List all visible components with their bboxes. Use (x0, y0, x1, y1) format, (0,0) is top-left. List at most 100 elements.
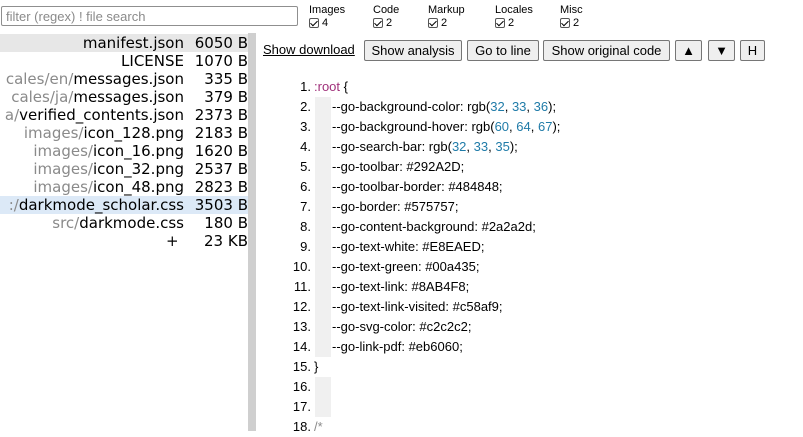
line-number: 18. (292, 419, 311, 434)
category-markup[interactable]: Markup 2 (428, 4, 465, 32)
show-original-code-button[interactable]: Show original code (543, 40, 670, 61)
file-size: 180 B (204, 214, 248, 232)
file-row[interactable]: LICENSE 1070 B (0, 52, 248, 70)
code-line: 18./* (256, 417, 803, 437)
file-dir: cales/en/ (5, 70, 74, 88)
indent-guide (315, 397, 331, 417)
code-token: --go-text-white: #E8EAED; (332, 239, 485, 254)
category-label: Markup (428, 4, 465, 16)
code-token: --go-svg-color: #c2c2c2; (332, 319, 472, 334)
indent-guide (315, 297, 331, 317)
category-locales[interactable]: Locales 2 (495, 4, 533, 32)
file-dir: images/ (33, 178, 93, 196)
code-line: 15.} (256, 357, 803, 377)
number-token: 67 (537, 119, 553, 134)
line-number: 11. (293, 279, 311, 294)
pane-divider[interactable] (248, 33, 256, 431)
file-row[interactable]: images/icon_32.png 2537 B (0, 160, 248, 178)
line-text: --go-search-bar: rgb(32, 33, 35); (332, 137, 518, 157)
css-selector-token: :root (314, 79, 341, 94)
indent-guide (315, 377, 331, 397)
category-images[interactable]: Images 4 (309, 4, 345, 32)
line-text: /* (314, 417, 323, 437)
checkbox-icon[interactable] (495, 18, 505, 28)
code-lines: 1.:root {2. --go-background-color: rgb(32… (256, 77, 803, 434)
show-analysis-button[interactable]: Show analysis (364, 40, 462, 61)
viewer-toolbar: Show download Show analysis Go to line S… (256, 33, 803, 67)
show-download-link[interactable]: Show download (263, 42, 355, 57)
line-number: 6. (300, 179, 311, 194)
number-token: 64 (516, 119, 531, 134)
line-text: --go-text-green: #00a435; (332, 257, 479, 277)
line-number: 17. (292, 399, 311, 414)
indent-guide (315, 137, 331, 157)
file-row[interactable]: images/icon_128.png 2183 B (0, 124, 248, 142)
file-name: messages.json (73, 70, 184, 88)
line-text: --go-text-white: #E8EAED; (332, 237, 484, 257)
code-line: 6. --go-toolbar-border: #484848; (256, 177, 803, 197)
checkbox-icon[interactable] (428, 18, 438, 28)
indent-guide (315, 177, 331, 197)
number-token: 33 (511, 99, 527, 114)
code-line: 8. --go-content-background: #2a2a2d; (256, 217, 803, 237)
file-size: 1070 B (194, 52, 248, 70)
total-size: 23 KB (204, 232, 248, 250)
highlight-h-button[interactable]: H (740, 40, 765, 61)
code-token: --go-border: #575757; (332, 199, 459, 214)
code-line: 16. (256, 377, 803, 397)
line-text: --go-svg-color: #c2c2c2; (332, 317, 471, 337)
indent-guide (315, 257, 331, 277)
line-number: 14. (292, 339, 311, 354)
file-row[interactable]: images/icon_48.png 2823 B (0, 178, 248, 196)
line-number: 5. (300, 159, 311, 174)
checkbox-icon[interactable] (560, 18, 570, 28)
next-down-button[interactable]: ▼ (708, 40, 735, 61)
line-number: 2. (300, 99, 311, 114)
top-bar: Images 4 Code 2 Markup 2 Locales 2 Misc … (0, 0, 803, 33)
category-count: 2 (386, 17, 393, 29)
category-label: Locales (495, 4, 533, 16)
line-text: --go-border: #575757; (332, 197, 458, 217)
file-size: 2537 B (194, 160, 248, 178)
file-row[interactable]: cales/ja/messages.json 379 B (0, 88, 248, 106)
code-line: 13. --go-svg-color: #c2c2c2; (256, 317, 803, 337)
line-text: --go-background-hover: rgb(60, 64, 67); (332, 117, 560, 137)
file-size: 2373 B (194, 106, 248, 124)
total-row: + 23 KB (0, 232, 248, 250)
code-line: 14. --go-link-pdf: #eb6060; (256, 337, 803, 357)
previous-up-button[interactable]: ▲ (675, 40, 702, 61)
file-row[interactable]: :/darkmode_scholar.css 3503 B (0, 196, 248, 214)
file-row[interactable]: images/icon_16.png 1620 B (0, 142, 248, 160)
code-line: 1.:root { (256, 77, 803, 97)
file-row[interactable]: cales/en/messages.json 335 B (0, 70, 248, 88)
indent-guide (315, 197, 331, 217)
go-to-line-button[interactable]: Go to line (467, 40, 539, 61)
file-size: 379 B (204, 88, 248, 106)
code-token: , (530, 119, 538, 134)
checkbox-icon[interactable] (309, 18, 319, 28)
category-label: Code (373, 4, 400, 16)
code-token: , (504, 99, 512, 114)
indent-guide (315, 237, 331, 257)
category-count: 2 (573, 17, 580, 29)
line-number: 8. (300, 219, 311, 234)
code-token: --go-background-color: rgb( (332, 99, 491, 114)
line-number: 12. (292, 299, 311, 314)
category-code[interactable]: Code 2 (373, 4, 399, 32)
number-token: 60 (494, 119, 510, 134)
indent-guide (315, 217, 331, 237)
category-misc[interactable]: Misc 2 (560, 4, 583, 32)
line-number: 4. (300, 139, 311, 154)
file-filter-input[interactable] (1, 6, 298, 26)
file-dir: images/ (33, 160, 93, 178)
file-name: verified_contents.json (19, 106, 184, 124)
code-line: 9. --go-text-white: #E8EAED; (256, 237, 803, 257)
file-row[interactable]: src/darkmode.css 180 B (0, 214, 248, 232)
checkbox-icon[interactable] (373, 18, 383, 28)
file-row[interactable]: manifest.json 6050 B (0, 34, 248, 52)
line-number: 10. (292, 259, 311, 274)
file-row[interactable]: a/verified_contents.json 2373 B (0, 106, 248, 124)
code-token: ); (548, 99, 557, 114)
code-token: --go-search-bar: rgb( (332, 139, 452, 154)
file-size: 1620 B (194, 142, 248, 160)
